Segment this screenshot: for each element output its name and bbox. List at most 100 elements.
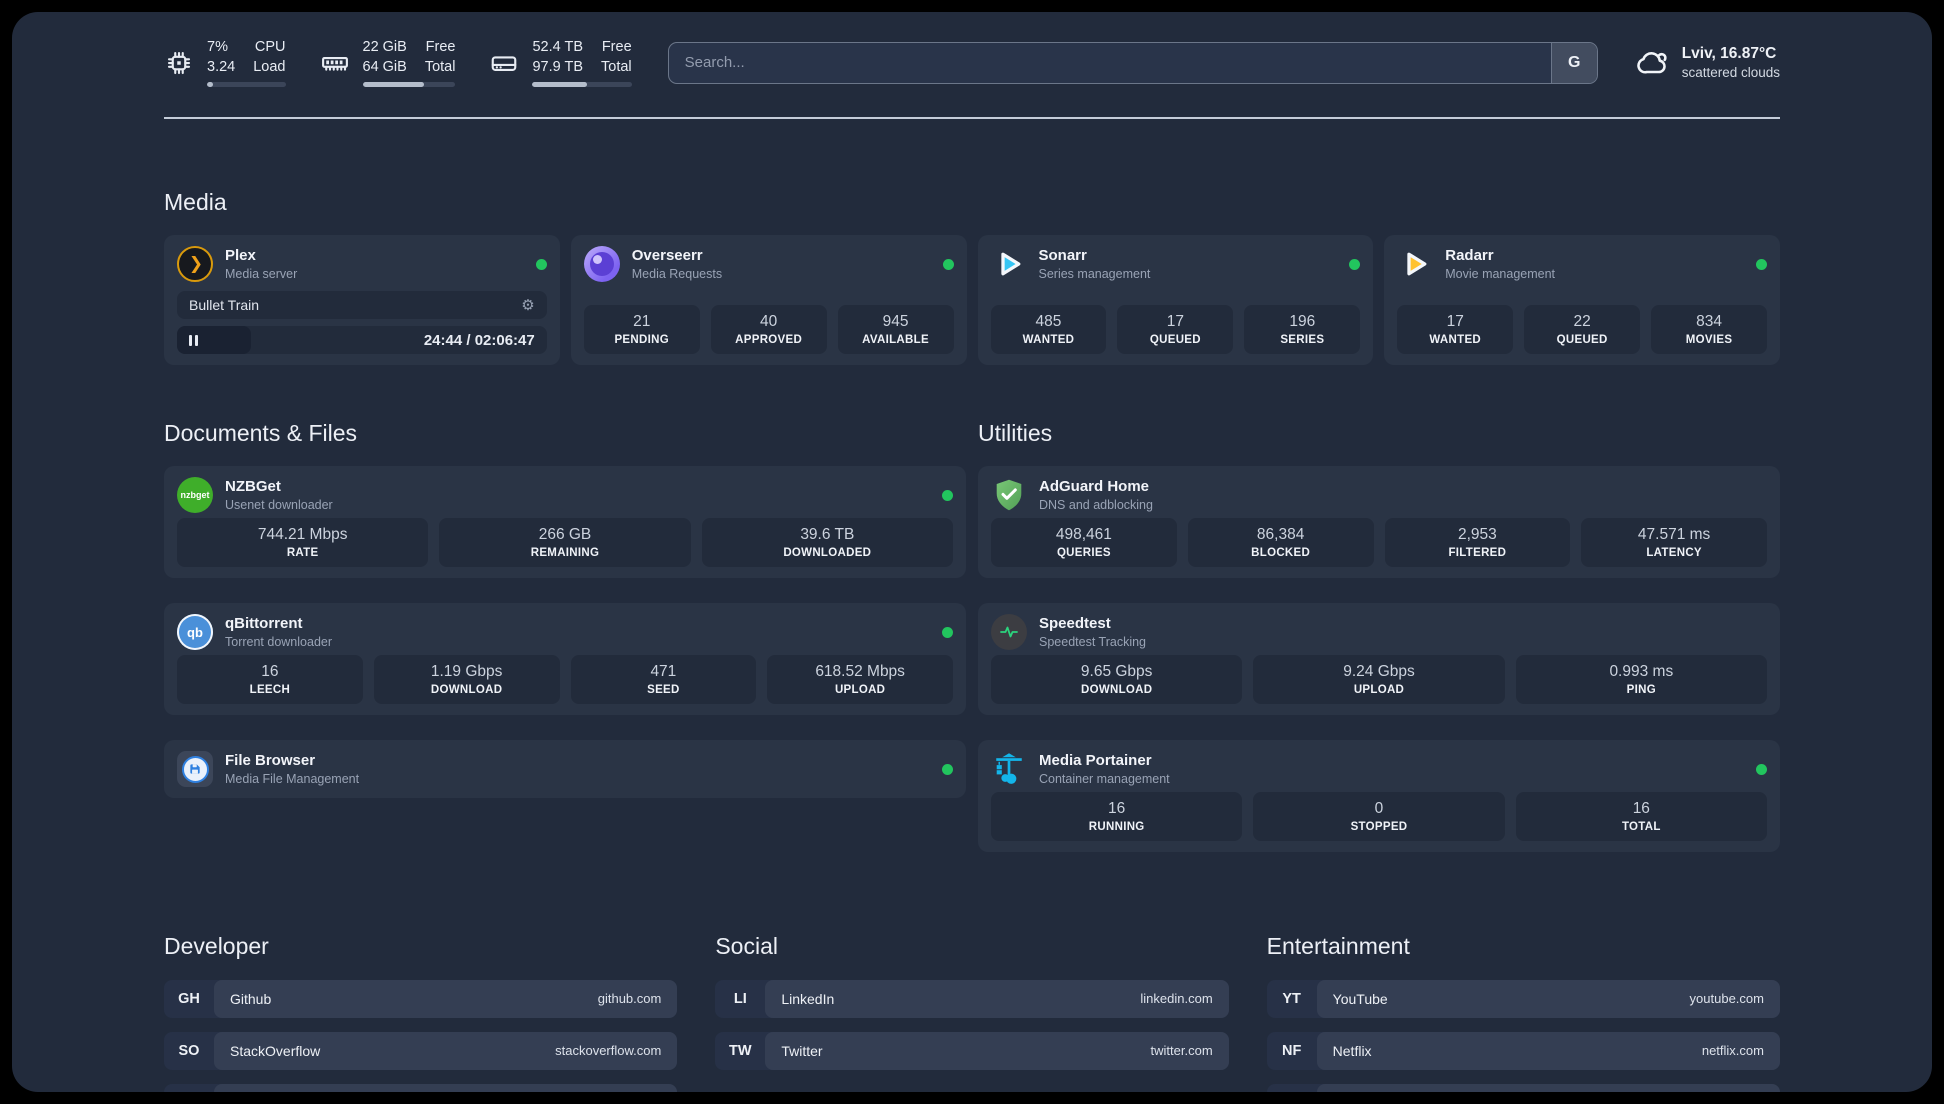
service-card-nzbget[interactable]: nzbget NZBGet Usenet downloader 744.21 M… <box>164 466 966 579</box>
service-card-filebrowser[interactable]: File Browser Media File Management <box>164 740 966 799</box>
link-twitter[interactable]: TW Twitter twitter.com <box>715 1031 1229 1070</box>
service-card-adguard[interactable]: AdGuard Home DNS and adblocking 498,461 … <box>978 466 1780 579</box>
top-bar: 7% 3.24 CPU Load 22 GiB 64 GiB Free Tota… <box>164 38 1780 88</box>
link-url: stackoverflow.com <box>555 1043 662 1059</box>
header-divider <box>164 117 1780 120</box>
status-indicator <box>942 626 953 638</box>
cpu-progress-fill <box>207 82 214 88</box>
stat-box-blocked: 86,384 BLOCKED <box>1187 518 1374 568</box>
link-netflix[interactable]: NF Netflix netflix.com <box>1266 1031 1780 1070</box>
section-title-entertainment: Entertainment <box>1266 933 1410 960</box>
service-card-sonarr[interactable]: Sonarr Series management 485 WANTED 17 Q… <box>977 235 1374 366</box>
link-name: LinkedIn <box>781 990 835 1007</box>
ram-free-value: 22 GiB <box>362 39 407 55</box>
cpu-progress-track <box>207 82 286 88</box>
section-media: Media Plex Media server Bullet Train <box>164 189 1780 366</box>
system-stats: 7% 3.24 CPU Load 22 GiB 64 GiB Free Tota… <box>164 38 632 88</box>
service-subtitle: Speedtest Tracking <box>1039 635 1147 650</box>
section-title-utilities: Utilities <box>978 420 1053 447</box>
section-documents: Documents & Files nzbget NZBGet Usenet d… <box>164 401 966 852</box>
stat-box-remaining: 266 GB REMAINING <box>439 518 691 568</box>
cpu-load-label: Load <box>253 58 286 75</box>
link-name: Netflix <box>1332 1042 1372 1059</box>
ram-progress-track <box>362 82 456 88</box>
now-playing-title: Bullet Train <box>189 297 260 314</box>
link-abbr: LI <box>733 990 747 1007</box>
link-stackoverflow[interactable]: SO StackOverflow stackoverflow.com <box>164 1031 678 1070</box>
section-title-documents: Documents & Files <box>164 420 358 447</box>
disk-stat: 52.4 TB 97.9 TB Free Total <box>489 38 632 88</box>
link-abbr: SO <box>178 1042 200 1059</box>
link-reddit[interactable]: RE Reddit reddit.com <box>1266 1083 1780 1092</box>
stat-box-latency: 47.571 ms LATENCY <box>1581 518 1767 568</box>
weather-widget[interactable]: Lviv, 16.87°C scattered clouds <box>1634 44 1780 82</box>
cpu-load-value: 3.24 <box>207 58 236 75</box>
stat-box-leech: 16 LEECH <box>177 655 363 705</box>
link-github[interactable]: GH Github github.com <box>164 979 678 1018</box>
cloud-icon <box>1636 51 1667 74</box>
ram-free-label: Free <box>425 39 456 55</box>
link-youtube[interactable]: YT YouTube youtube.com <box>1266 979 1780 1018</box>
status-indicator <box>1349 258 1361 270</box>
service-subtitle: Series management <box>1038 267 1151 282</box>
service-card-portainer[interactable]: Media Portainer Container management 16 … <box>978 740 1780 853</box>
pause-icon <box>189 334 198 346</box>
stat-box-stopped: 0 STOPPED <box>1253 792 1505 842</box>
overseerr-icon <box>583 246 620 283</box>
link-name: YouTube <box>1332 990 1388 1007</box>
section-utilities: Utilities AdGuard Home DNS and adblockin… <box>978 401 1780 853</box>
cpu-stat: 7% 3.24 CPU Load <box>164 38 286 88</box>
service-title: Overseerr <box>631 247 703 265</box>
cpu-usage-value: 7% <box>207 39 228 55</box>
ram-total-value: 64 GiB <box>362 58 407 75</box>
stat-box-download: 9.65 Gbps DOWNLOAD <box>991 655 1243 705</box>
ram-icon <box>321 56 348 71</box>
sonarr-icon <box>991 246 1027 282</box>
link-abbr: GH <box>178 990 200 1007</box>
stat-box-queued: 17 QUEUED <box>1117 305 1234 355</box>
search-input[interactable] <box>668 42 1551 83</box>
dashboard-panel: 7% 3.24 CPU Load 22 GiB 64 GiB Free Tota… <box>12 12 1932 1092</box>
link-linkedin[interactable]: LI LinkedIn linkedin.com <box>715 979 1229 1018</box>
radarr-icon <box>1397 246 1433 282</box>
service-card-speedtest[interactable]: Speedtest Speedtest Tracking 9.65 Gbps D… <box>978 603 1780 716</box>
adguard-icon <box>991 477 1027 513</box>
link-dev[interactable]: DT DEV dev.to <box>164 1083 678 1092</box>
link-name: Twitter <box>781 1042 823 1059</box>
service-subtitle: Usenet downloader <box>225 498 333 513</box>
stat-box-seed: 471 SEED <box>570 655 757 705</box>
stat-box-upload: 618.52 Mbps UPLOAD <box>767 655 953 705</box>
service-title: Media Portainer <box>1039 752 1152 770</box>
service-card-radarr[interactable]: Radarr Movie management 17 WANTED 22 QUE… <box>1384 235 1780 366</box>
service-subtitle: Media server <box>225 267 298 282</box>
disk-total-label: Total <box>601 58 632 75</box>
link-abbr: RE <box>1267 1084 1317 1092</box>
nzbget-icon: nzbget <box>177 477 213 514</box>
search-engine-button[interactable]: G <box>1550 42 1597 83</box>
weather-location: Lviv, 16.87°C <box>1681 44 1777 62</box>
service-title: Plex <box>225 247 256 265</box>
service-subtitle: Media Requests <box>631 267 723 282</box>
service-title: Sonarr <box>1038 247 1087 265</box>
service-card-qbittorrent[interactable]: qb qBittorrent Torrent downloader 16 LEE… <box>164 603 966 716</box>
settings-icon[interactable] <box>521 298 534 313</box>
status-indicator <box>535 258 547 270</box>
link-url: linkedin.com <box>1140 991 1213 1007</box>
link-abbr: YT <box>1282 990 1301 1007</box>
stat-box-queued: 22 QUEUED <box>1524 305 1641 355</box>
stat-box-queries: 498,461 QUERIES <box>991 518 1177 568</box>
search-box: G <box>667 41 1598 84</box>
service-card-plex[interactable]: Plex Media server Bullet Train 24:44 / <box>164 235 560 366</box>
stat-box-ping: 0.993 ms PING <box>1515 655 1767 705</box>
service-card-overseerr[interactable]: Overseerr Media Requests 21 PENDING 40 A… <box>570 235 967 366</box>
link-name: Github <box>230 990 272 1007</box>
stat-box-pending: 21 PENDING <box>583 305 700 355</box>
stat-box-download: 1.19 Gbps DOWNLOAD <box>373 655 560 705</box>
disk-free-value: 52.4 TB <box>532 39 584 55</box>
section-title-developer: Developer <box>164 933 269 960</box>
link-url: twitter.com <box>1150 1043 1213 1059</box>
service-title: qBittorrent <box>225 615 303 633</box>
service-title: File Browser <box>225 752 316 770</box>
disk-total-value: 97.9 TB <box>532 58 584 75</box>
stat-box-available: 945 AVAILABLE <box>837 305 954 355</box>
